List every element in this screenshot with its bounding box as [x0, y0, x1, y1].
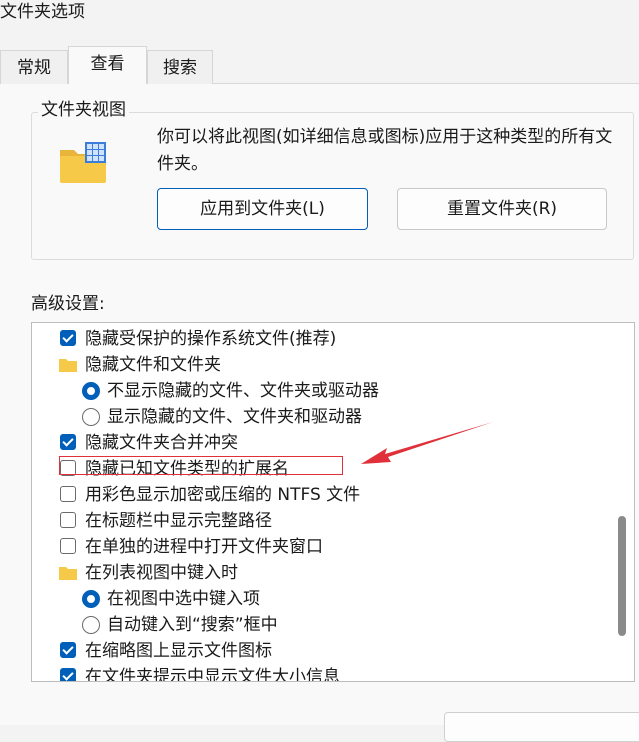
tab-general[interactable]: 常规: [0, 50, 68, 84]
checkbox[interactable]: [60, 434, 76, 450]
tab-search[interactable]: 搜索: [147, 50, 213, 84]
radio-button[interactable]: [82, 590, 100, 608]
list-item-label: 在列表视图中键入时: [85, 563, 238, 583]
list-item-label: 在文件夹提示中显示文件大小信息: [85, 667, 340, 682]
list-item-label: 在缩略图上显示文件图标: [85, 641, 272, 661]
tab-view[interactable]: 查看: [68, 46, 147, 84]
folder-icon: [59, 567, 77, 580]
folder-icon: [59, 359, 77, 372]
scrollbar-thumb[interactable]: [618, 516, 626, 636]
list-item-label: 隐藏受保护的操作系统文件(推荐): [85, 329, 337, 349]
list-item-label: 隐藏文件和文件夹: [85, 355, 221, 375]
apply-to-folders-button[interactable]: 应用到文件夹(L): [157, 188, 368, 230]
checkbox[interactable]: [60, 668, 76, 681]
checkbox[interactable]: [60, 486, 76, 502]
checkbox[interactable]: [60, 538, 76, 554]
annotation-arrow-icon: [361, 422, 493, 464]
radio-button[interactable]: [82, 616, 100, 634]
annotation-highlight-box: [59, 456, 343, 475]
checkbox[interactable]: [60, 330, 76, 346]
folder-views-description: 你可以将此视图(如详细信息或图标)应用于这种类型的所有文件夹。: [157, 127, 613, 174]
reset-folders-button[interactable]: 重置文件夹(R): [397, 188, 607, 230]
advanced-settings-label: 高级设置:: [31, 294, 105, 314]
radio-button[interactable]: [82, 408, 100, 426]
dialog-button[interactable]: [444, 712, 639, 742]
radio-button[interactable]: [82, 382, 100, 400]
checkbox[interactable]: [60, 642, 76, 658]
advanced-settings-list[interactable]: 隐藏受保护的操作系统文件(推荐) 隐藏文件和文件夹 不显示隐藏的文件、文件夹或驱…: [31, 322, 635, 682]
list-item-label: 用彩色显示加密或压缩的 NTFS 文件: [85, 485, 361, 505]
list-item-label: 在标题栏中显示完整路径: [85, 511, 272, 531]
list-item-label: 在视图中选中键入项: [107, 589, 260, 609]
checkbox[interactable]: [60, 512, 76, 528]
folder-views-label: 文件夹视图: [38, 99, 129, 121]
folder-view-icon: [60, 142, 106, 183]
list-item-label: 隐藏文件夹合并冲突: [85, 433, 238, 453]
list-item-label: 不显示隐藏的文件、文件夹或驱动器: [107, 381, 379, 401]
window-title: 文件夹选项: [0, 2, 85, 22]
list-item-label: 显示隐藏的文件、文件夹和驱动器: [107, 407, 362, 427]
list-item-label: 在单独的进程中打开文件夹窗口: [85, 537, 323, 557]
list-item-label: 自动键入到“搜索”框中: [107, 615, 278, 635]
